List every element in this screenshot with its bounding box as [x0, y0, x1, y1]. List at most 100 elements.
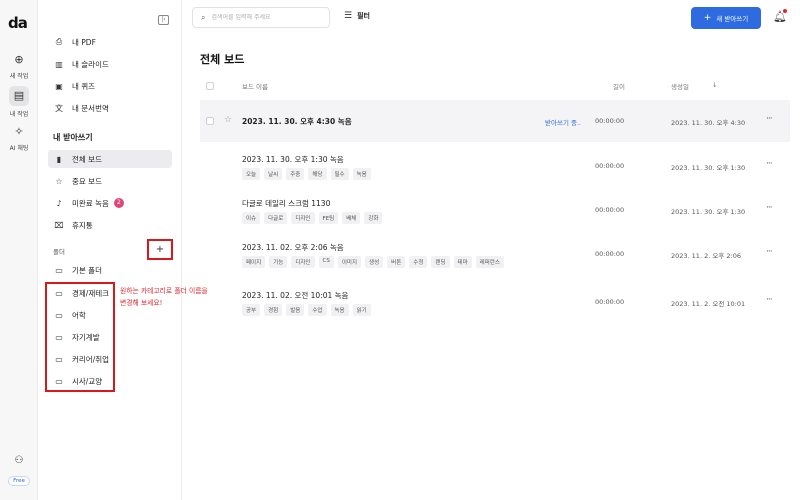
new-dictation-button[interactable]: + 새 받아쓰기: [691, 7, 761, 29]
keyword-tag[interactable]: 해당: [308, 168, 327, 180]
folder-name: 기본 폴더: [72, 265, 102, 275]
row-created: 2023. 11. 30. 오후 1:30: [671, 208, 746, 216]
keyword-tag[interactable]: 수업: [308, 304, 327, 316]
sidebar-item-label: 내 퀴즈: [72, 81, 96, 91]
row-duration: 00:00:00: [595, 117, 625, 125]
rail-new-task[interactable]: ⊕ 새 작업: [0, 52, 38, 80]
keyword-tag[interactable]: 다글로: [264, 212, 288, 224]
keyword-tag[interactable]: 디자인: [291, 256, 315, 268]
keyword-tag[interactable]: 기능: [269, 256, 288, 268]
sidebar-item-label: 내 PDF: [72, 37, 96, 47]
star-icon[interactable]: ☆: [224, 115, 232, 125]
sidebar-item-incomplete[interactable]: ♪ 미완료 녹음 2: [48, 194, 172, 212]
keyword-tag[interactable]: 이미지: [337, 256, 362, 268]
sidebar-item-translate[interactable]: 文 내 문서번역: [48, 99, 172, 117]
search-box[interactable]: ⌕: [192, 7, 330, 28]
table-row[interactable]: ☆ 2023. 11. 30. 오후 4:30 녹음 받아쓰기 중.. 00:0…: [200, 100, 790, 142]
sidebar-item-pdf[interactable]: ⎙ 내 PDF: [48, 33, 172, 51]
keyword-tag[interactable]: 생성: [365, 256, 384, 268]
more-options-icon[interactable]: ···: [766, 295, 773, 305]
keyword-tag[interactable]: CS: [318, 256, 334, 268]
rail-ai-chat[interactable]: ✧ AI 채팅: [0, 124, 38, 152]
row-title[interactable]: 2023. 11. 02. 오후 2:06 녹음: [242, 242, 344, 253]
sort-icon[interactable]: ↓: [712, 81, 717, 89]
row-title[interactable]: 2023. 11. 02. 오전 10:01 녹음: [242, 290, 348, 301]
app-window: da ⊕ 새 작업 ▤ 내 작업 ✧ AI 채팅 ⚇ Free |‹ ⎙ 내 P…: [0, 0, 800, 500]
sidebar-item-all-boards[interactable]: ▮ 전체 보드: [48, 150, 172, 168]
row-tags: 오늘 날씨 주중 해당 필수 녹음: [242, 168, 371, 180]
row-created: 2023. 11. 30. 오후 1:30: [671, 164, 746, 172]
app-logo[interactable]: da: [8, 14, 28, 32]
sidebar-item-quiz[interactable]: ▣ 내 퀴즈: [48, 77, 172, 95]
keyword-tag[interactable]: 읽기: [352, 304, 371, 316]
select-all-checkbox[interactable]: [206, 82, 214, 90]
filter-button[interactable]: ☰ 필터: [344, 11, 370, 21]
folder-item[interactable]: ▭ 기본 폴더: [48, 261, 172, 279]
row-duration: 00:00:00: [595, 162, 625, 170]
sidebar-item-label: 중요 보드: [72, 176, 102, 186]
row-checkbox[interactable]: [206, 117, 214, 125]
table-row[interactable]: 2023. 11. 02. 오전 10:01 녹음 공부 경험 발음 수업 녹음…: [200, 282, 790, 322]
folder-icon: ▤: [9, 86, 29, 106]
folder-icon: ▭: [55, 265, 63, 275]
table-row[interactable]: 다글로 데일리 스크럼 1130 이슈 다글로 디자인 FE팀 배체 강화 00…: [200, 189, 790, 229]
search-input[interactable]: [211, 14, 322, 21]
collapse-sidebar-icon[interactable]: |‹: [158, 15, 169, 25]
table-row[interactable]: 2023. 11. 02. 오후 2:06 녹음 페이지 기능 디자인 CS 이…: [200, 233, 790, 273]
keyword-tag[interactable]: 경험: [264, 304, 283, 316]
sidebar-item-trash[interactable]: ⌧ 휴지통: [48, 216, 172, 234]
keyword-tag[interactable]: 주중: [286, 168, 305, 180]
keyword-tag[interactable]: 버튼: [387, 256, 406, 268]
row-title[interactable]: 2023. 11. 30. 오후 4:30 녹음: [242, 116, 352, 127]
row-title[interactable]: 다글로 데일리 스크럼 1130: [242, 198, 330, 209]
keyword-tag[interactable]: 배체: [342, 212, 361, 224]
keyword-tag[interactable]: 수정: [409, 256, 428, 268]
keyword-tag[interactable]: 디자인: [291, 212, 315, 224]
user-menu[interactable]: ⚇ Free: [0, 448, 38, 486]
keyword-tag[interactable]: 녹음: [352, 168, 371, 180]
keyword-tag[interactable]: 랜딩: [431, 256, 450, 268]
row-title[interactable]: 2023. 11. 30. 오후 1:30 녹음: [242, 154, 344, 165]
more-options-icon[interactable]: ···: [766, 247, 773, 257]
row-status: 받아쓰기 중..: [545, 119, 582, 127]
table-row[interactable]: 2023. 11. 30. 오후 1:30 녹음 오늘 날씨 주중 해당 필수 …: [200, 146, 790, 186]
row-tags: 페이지 기능 디자인 CS 이미지 생성 버튼 수정 랜딩 테마 레퍼런스: [242, 256, 504, 268]
sidebar-item-label: 전체 보드: [72, 154, 102, 164]
keyword-tag[interactable]: 테마: [453, 256, 472, 268]
search-icon: ⌕: [201, 12, 206, 22]
trash-icon: ⌧: [54, 220, 64, 230]
rail-my-work[interactable]: ▤ 내 작업: [0, 86, 38, 118]
more-options-icon[interactable]: ···: [766, 203, 773, 213]
keyword-tag[interactable]: 강화: [364, 212, 383, 224]
board-icon: ▮: [56, 154, 62, 164]
keyword-tag[interactable]: 오늘: [242, 168, 261, 180]
row-created: 2023. 11. 30. 오후 4:30: [671, 119, 746, 127]
more-options-icon[interactable]: ···: [766, 159, 773, 169]
keyword-tag[interactable]: 페이지: [242, 256, 266, 268]
sidebar-item-label: 내 슬라이드: [72, 59, 109, 69]
row-created: 2023. 11. 2. 오전 10:01: [671, 300, 746, 308]
sidebar-item-label: 휴지통: [72, 220, 93, 230]
keyword-tag[interactable]: 공부: [242, 304, 261, 316]
pdf-icon: ⎙: [55, 37, 63, 46]
new-dictation-label: 새 받아쓰기: [716, 15, 749, 23]
keyword-tag[interactable]: 발음: [286, 304, 305, 316]
sidebar-item-slides[interactable]: ▥ 내 슬라이드: [48, 55, 172, 73]
keyword-tag[interactable]: 레퍼런스: [475, 256, 504, 268]
add-folder-button[interactable]: +: [147, 239, 173, 260]
ai-chat-icon: ✧: [14, 125, 24, 138]
row-tags: 이슈 다글로 디자인 FE팀 배체 강화: [242, 212, 383, 224]
more-options-icon[interactable]: ···: [766, 114, 773, 124]
keyword-tag[interactable]: 필수: [330, 168, 349, 180]
keyword-tag[interactable]: FE팀: [318, 212, 339, 224]
sidebar-item-starred[interactable]: ☆ 중요 보드: [48, 172, 172, 190]
column-header-created[interactable]: 생성일: [671, 81, 689, 91]
plus-icon: +: [703, 13, 712, 23]
count-badge: 2: [113, 198, 124, 208]
keyword-tag[interactable]: 녹음: [330, 304, 349, 316]
keyword-tag[interactable]: 날씨: [264, 168, 283, 180]
keyword-tag[interactable]: 이슈: [242, 212, 261, 224]
folder-section-label: 폴더: [53, 248, 65, 256]
section-title: 내 받아쓰기: [53, 133, 93, 142]
sidebar-item-label: 내 문서번역: [72, 103, 109, 113]
